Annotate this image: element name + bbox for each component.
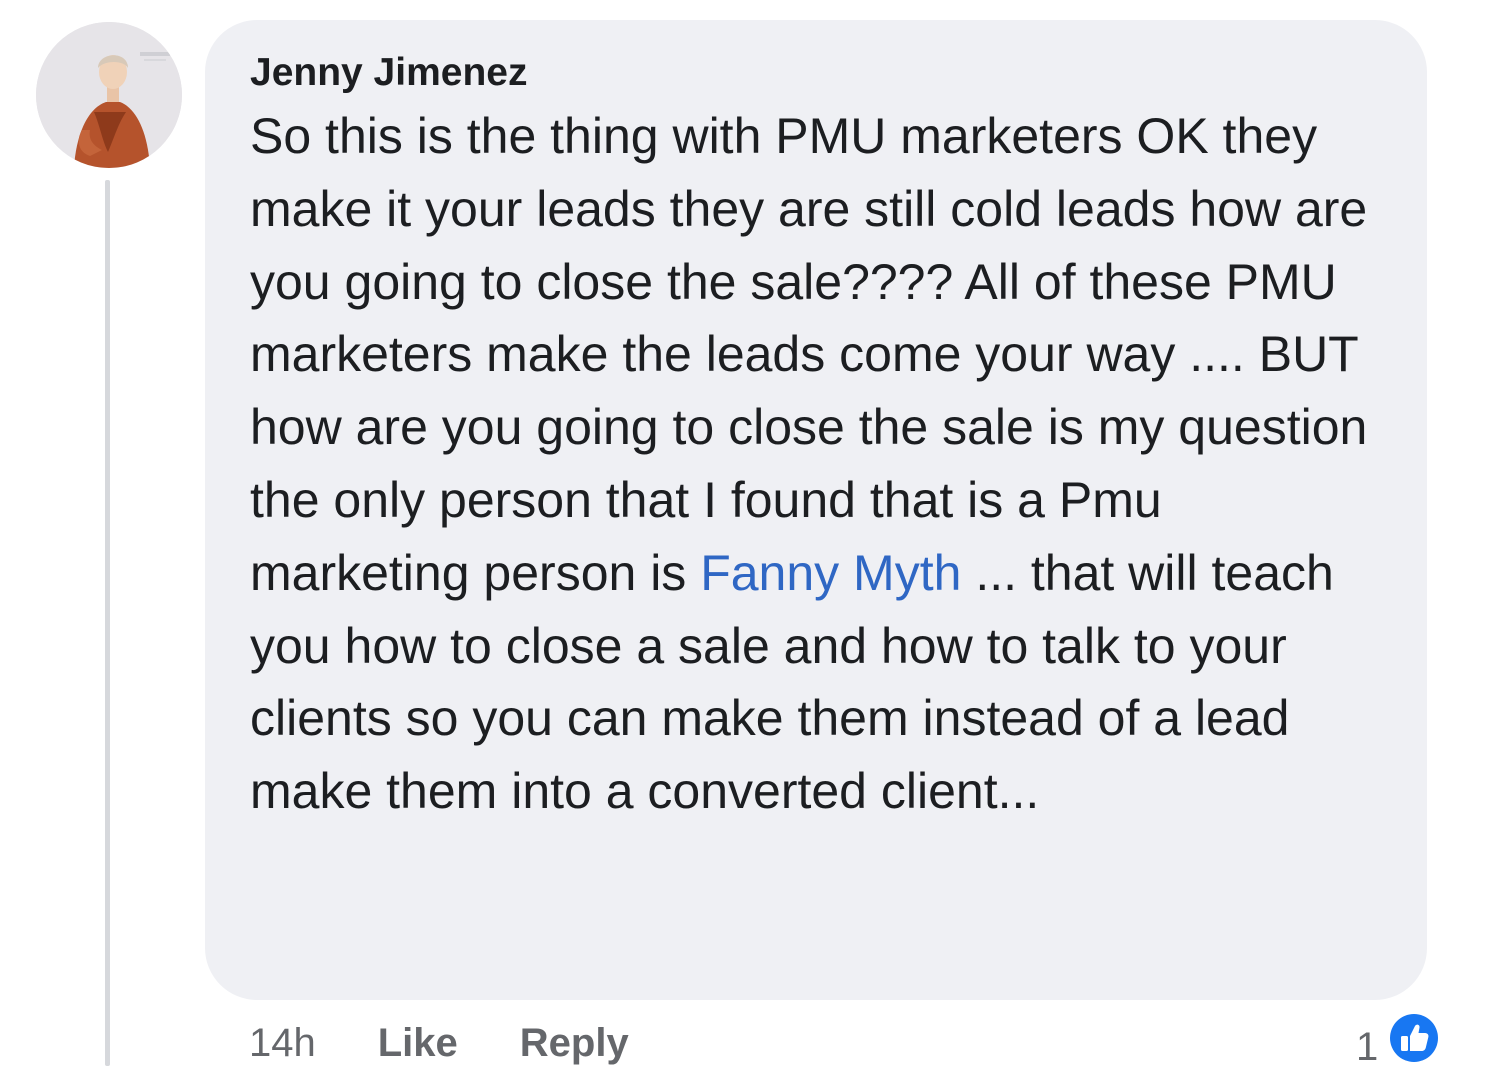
comment-timestamp[interactable]: 14h (249, 1020, 316, 1066)
comment-text-part: So this is the thing with PMU marketers … (250, 108, 1368, 601)
profile-avatar-icon[interactable] (36, 22, 182, 168)
comment-author[interactable]: Jenny Jimenez (250, 50, 1387, 96)
reaction-summary[interactable]: 1 (1356, 1010, 1443, 1066)
like-button[interactable]: Like (378, 1020, 458, 1066)
reply-button[interactable]: Reply (520, 1020, 629, 1066)
thumbs-up-icon (1386, 1010, 1443, 1066)
mention-link[interactable]: Fanny Myth (700, 545, 961, 601)
comment-actions: 14h Like Reply (249, 1020, 629, 1066)
comment-bubble: Jenny Jimenez So this is the thing with … (205, 20, 1427, 1000)
thread-line (105, 180, 110, 1066)
comment-thread: Jenny Jimenez So this is the thing with … (0, 0, 1488, 1066)
reaction-count: 1 (1356, 1025, 1379, 1066)
comment-text: So this is the thing with PMU marketers … (250, 100, 1387, 828)
